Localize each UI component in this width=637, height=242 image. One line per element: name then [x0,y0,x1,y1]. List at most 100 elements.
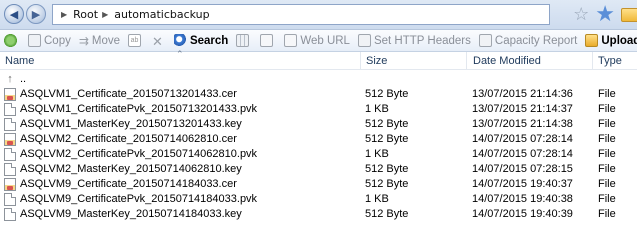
delete-button[interactable]: ✕ [148,30,170,51]
file-row[interactable]: ASQLVM1_MasterKey_20150713201433.key 512 … [0,117,637,132]
column-type[interactable]: Type [598,55,622,67]
file-size: 1 KB [365,103,389,115]
file-name: ASQLVM1_MasterKey_20150713201433.key [20,118,242,130]
file-name: ASQLVM2_Certificate_20150714062810.cer [20,133,237,145]
address-right-icons: ☆ ★ [573,2,637,27]
file-size: 512 Byte [365,118,409,130]
address-bar: ◀ ▶ ▶ Root ▶ automaticbackup ☆ ★ [0,0,637,30]
file-date-modified: 14/07/2015 19:40:38 [472,193,573,205]
search-button[interactable]: Search [170,30,232,51]
move-icon: ⇉ [78,34,89,48]
refresh-button[interactable] [0,30,24,51]
file-row[interactable]: ASQLVM9_MasterKey_20150714184033.key 512 … [0,207,637,222]
breadcrumb-current[interactable]: automaticbackup [114,8,209,21]
file-date-modified: 14/07/2015 07:28:14 [472,133,573,145]
grid-view-icon [236,34,250,47]
column-divider[interactable] [592,52,593,70]
file-date-modified: 13/07/2015 21:14:38 [472,118,573,130]
up-folder-icon: ↑ [7,73,13,85]
column-size[interactable]: Size [366,55,387,67]
upload-rules-label: Upload Rules [601,34,637,47]
file-name: ASQLVM2_CertificatePvk_20150714062810.pv… [20,148,258,160]
file-size: 512 Byte [365,133,409,145]
column-name[interactable]: Name [5,55,34,67]
upload-rules-button[interactable]: Upload Rules▼ [581,30,637,51]
favorites-star-icon[interactable]: ★ [595,2,615,27]
file-size: 1 KB [365,148,389,160]
set-http-headers-label: Set HTTP Headers [373,34,471,47]
file-type: File [598,193,616,205]
web-url-label: Web URL [300,34,350,47]
file-date-modified: 14/07/2015 19:40:37 [472,178,573,190]
bookmark-star-icon[interactable]: ☆ [573,4,589,25]
file-row[interactable]: ASQLVM2_Certificate_20150714062810.cer 51… [0,132,637,147]
file-row[interactable]: ASQLVM1_Certificate_20150713201433.cer 51… [0,87,637,102]
file-date-modified: 14/07/2015 07:28:14 [472,148,573,160]
folder-icon[interactable] [621,7,637,22]
certificate-file-icon [4,88,16,101]
column-divider[interactable] [360,52,361,70]
copy-button[interactable]: Copy [24,30,75,51]
properties-icon [260,34,274,47]
breadcrumb-separator-icon: ▶ [61,10,68,19]
file-icon [4,163,16,176]
delete-icon: ✕ [152,34,163,49]
web-url-icon [284,34,298,47]
column-divider[interactable] [466,52,467,70]
column-header: ⌃ Name Size Date Modified Type [0,49,637,70]
file-row[interactable]: ASQLVM1_CertificatePvk_20150713201433.pv… [0,102,637,117]
file-date-modified: 14/07/2015 07:28:15 [472,163,573,175]
file-row[interactable]: ASQLVM9_CertificatePvk_20150714184033.pv… [0,192,637,207]
move-label: Move [91,34,121,47]
file-row[interactable]: ASQLVM2_MasterKey_20150714062810.key 512 … [0,162,637,177]
capacity-report-button[interactable]: Capacity Report [475,30,581,51]
forward-button[interactable]: ▶ [26,4,46,24]
file-name: ASQLVM1_CertificatePvk_20150713201433.pv… [20,103,258,115]
file-name: ASQLVM1_Certificate_20150713201433.cer [20,88,237,100]
file-row[interactable]: ASQLVM2_CertificatePvk_20150714062810.pv… [0,147,637,162]
capacity-report-icon [478,34,492,47]
parent-folder-row[interactable]: ↑ .. [0,72,637,87]
file-size: 512 Byte [365,178,409,190]
file-size: 1 KB [365,193,389,205]
rename-button[interactable]: ab [124,30,148,51]
file-name: ASQLVM2_MasterKey_20150714062810.key [20,163,242,175]
file-icon [4,103,16,116]
sort-ascending-icon: ⌃ [176,49,184,59]
copy-label: Copy [44,34,71,47]
set-http-headers-button[interactable]: Set HTTP Headers [354,30,475,51]
file-size: 512 Byte [365,88,409,100]
http-headers-icon [357,34,371,47]
toolbar: Copy ⇉ Move ab ✕ Search Web URL Set HTTP … [0,30,637,52]
copy-icon [28,34,41,47]
breadcrumb-separator-icon: ▶ [102,10,109,19]
parent-folder-label: .. [20,73,27,85]
file-icon [4,148,16,161]
file-icon [4,118,16,131]
path-bar[interactable]: ▶ Root ▶ automaticbackup [52,4,550,25]
file-type: File [598,133,616,145]
upload-rules-icon [585,34,599,47]
file-type: File [598,163,616,175]
move-button[interactable]: ⇉ Move [75,30,124,51]
search-icon [173,34,187,47]
properties-button[interactable] [256,30,280,51]
view-grid-button[interactable] [232,30,256,51]
refresh-icon [4,34,17,47]
file-type: File [598,208,616,220]
file-type: File [598,148,616,160]
back-button[interactable]: ◀ [4,4,24,24]
file-row[interactable]: ASQLVM9_Certificate_20150714184033.cer 51… [0,177,637,192]
column-date-modified[interactable]: Date Modified [473,55,541,67]
file-type: File [598,118,616,130]
forward-arrow-icon: ▶ [31,7,41,21]
file-icon [4,193,16,206]
capacity-report-label: Capacity Report [494,34,578,47]
certificate-file-icon [4,178,16,191]
breadcrumb-root[interactable]: Root [73,8,98,21]
web-url-button[interactable]: Web URL [280,30,354,51]
file-name: ASQLVM9_MasterKey_20150714184033.key [20,208,242,220]
file-type: File [598,103,616,115]
file-date-modified: 13/07/2015 21:14:37 [472,103,573,115]
file-size: 512 Byte [365,163,409,175]
